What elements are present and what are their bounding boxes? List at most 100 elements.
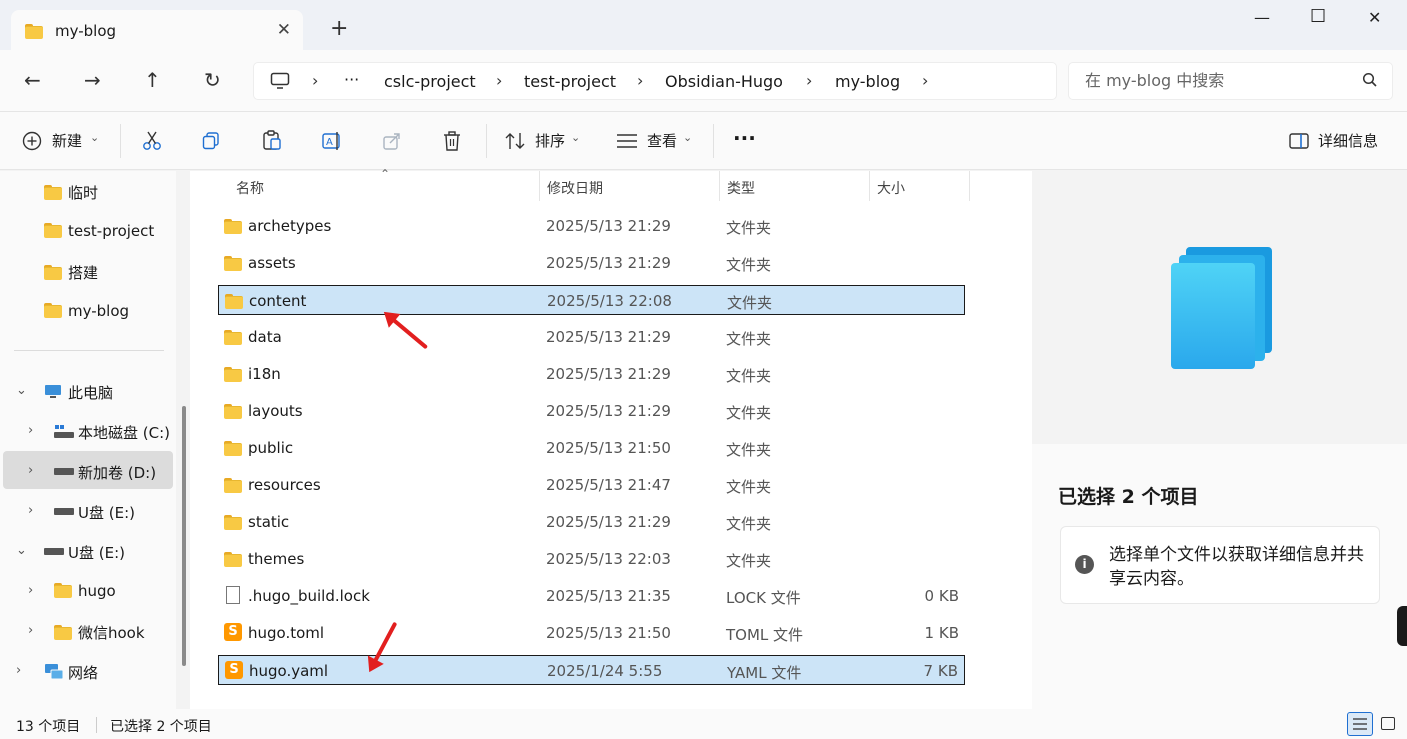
copy-icon[interactable] — [201, 131, 221, 151]
sidebar-item-drive-d[interactable]: 新加卷 (D:) — [54, 462, 156, 483]
file-row[interactable]: themes 2025/5/13 22:03 文件夹 — [218, 544, 965, 574]
chevron-down-icon[interactable]: ⌄ — [571, 131, 580, 144]
new-icon[interactable] — [22, 131, 42, 151]
breadcrumb-test-project[interactable]: test-project — [524, 72, 616, 91]
details-pane-icon[interactable] — [1289, 133, 1309, 149]
share-icon[interactable] — [382, 131, 402, 151]
minimize-button[interactable]: — — [1254, 8, 1270, 27]
file-row[interactable]: public 2025/5/13 21:50 文件夹 — [218, 433, 965, 463]
chevron-down-icon[interactable]: ⌄ — [16, 383, 27, 398]
new-button[interactable]: 新建 — [52, 130, 82, 151]
file-row[interactable]: resources 2025/5/13 21:47 文件夹 — [218, 470, 965, 500]
file-size: 7 KB — [923, 662, 958, 680]
view-button[interactable]: 查看 — [647, 130, 677, 151]
paste-icon[interactable] — [261, 129, 283, 151]
folder-icon — [44, 185, 62, 200]
file-row[interactable]: .hugo_build.lock 2025/5/13 21:35 LOCK 文件 0 … — [218, 581, 965, 611]
sidebar-item-dajian[interactable]: 搭建 — [44, 262, 98, 283]
column-header-date[interactable]: 修改日期 — [547, 178, 603, 198]
breadcrumb-cslc-project[interactable]: cslc-project — [384, 72, 476, 91]
close-button[interactable]: ✕ — [1368, 8, 1381, 27]
chevron-right-icon[interactable]: › — [28, 623, 33, 638]
tiles-view-button[interactable] — [1381, 717, 1395, 730]
cut-icon[interactable] — [141, 130, 163, 152]
tab-close-button[interactable]: ✕ — [277, 20, 291, 40]
chevron-down-icon[interactable]: ⌄ — [90, 131, 99, 144]
column-separator[interactable] — [869, 171, 870, 201]
sidebar-scrollbar[interactable] — [182, 406, 186, 666]
file-row[interactable]: content 2025/5/13 22:08 文件夹 — [218, 285, 965, 315]
column-separator[interactable] — [539, 171, 540, 201]
selected-count: 已选择 2 个项目 — [110, 719, 212, 735]
file-row[interactable]: Shugo.toml 2025/5/13 21:50 TOML 文件 1 KB — [218, 618, 965, 648]
back-button[interactable]: ← — [24, 68, 41, 92]
file-type: 文件夹 — [726, 219, 772, 237]
chevron-down-icon[interactable]: ⌄ — [16, 543, 27, 558]
chevron-right-icon[interactable]: › — [312, 71, 318, 90]
sidebar-item-linshi[interactable]: 临时 — [44, 182, 98, 203]
details-view-button[interactable] — [1347, 712, 1373, 736]
sidebar-item-drive-c[interactable]: 本地磁盘 (C:) — [54, 422, 170, 443]
more-options-button[interactable]: ··· — [733, 126, 756, 150]
status-bar: 13 个项目 已选择 2 个项目 — [0, 709, 1407, 739]
chevron-right-icon[interactable]: › — [28, 583, 33, 598]
sidebar-item-hugo[interactable]: hugo — [54, 582, 116, 600]
details-button[interactable]: 详细信息 — [1318, 130, 1378, 151]
file-date: 2025/5/13 22:03 — [546, 550, 671, 568]
file-type: YAML 文件 — [727, 664, 802, 682]
sidebar-item-test-project[interactable]: test-project — [44, 222, 154, 240]
forward-button[interactable]: → — [84, 68, 101, 92]
sidebar-item-my-blog[interactable]: my-blog — [44, 302, 129, 320]
file-row[interactable]: data 2025/5/13 21:29 文件夹 — [218, 322, 965, 352]
search-input[interactable] — [1085, 71, 1345, 90]
column-header-name[interactable]: 名称 — [236, 178, 264, 198]
sublime-text-icon: S — [225, 661, 243, 679]
chevron-down-icon[interactable]: ⌄ — [683, 131, 692, 144]
breadcrumb-my-blog[interactable]: my-blog — [835, 72, 900, 91]
chevron-right-icon[interactable]: › — [16, 663, 21, 678]
search-box[interactable] — [1068, 62, 1393, 100]
monitor-icon[interactable] — [270, 72, 290, 90]
chevron-right-icon[interactable]: › — [28, 463, 33, 478]
sidebar-item-usb-e[interactable]: U盘 (E:) — [44, 542, 125, 563]
new-tab-button[interactable]: + — [330, 16, 348, 41]
search-icon[interactable] — [1362, 72, 1378, 88]
chevron-right-icon[interactable]: › — [28, 423, 33, 438]
column-separator[interactable] — [719, 171, 720, 201]
rename-icon[interactable]: A — [321, 130, 343, 152]
up-button[interactable]: ↑ — [144, 68, 161, 92]
chevron-right-icon[interactable]: › — [806, 71, 812, 90]
sort-button[interactable]: 排序 — [535, 130, 565, 151]
column-header-type[interactable]: 类型 — [727, 178, 755, 198]
view-icon[interactable] — [616, 133, 638, 149]
chevron-right-icon[interactable]: › — [28, 503, 33, 518]
chevron-right-icon[interactable]: › — [496, 71, 502, 90]
address-bar[interactable]: › ··· cslc-project › test-project › Obsi… — [253, 62, 1057, 100]
sort-icon[interactable] — [505, 131, 527, 151]
edge-handle[interactable] — [1397, 606, 1407, 646]
sidebar-item-this-pc[interactable]: 此电脑 — [44, 382, 113, 403]
file-row[interactable]: assets 2025/5/13 21:29 文件夹 — [218, 248, 965, 278]
refresh-button[interactable]: ↻ — [204, 68, 221, 92]
maximize-button[interactable]: ☐ — [1310, 6, 1326, 27]
delete-icon[interactable] — [442, 130, 462, 152]
breadcrumb-ellipsis[interactable]: ··· — [344, 70, 359, 89]
sidebar-item-network[interactable]: 网络 — [44, 662, 98, 683]
chevron-right-icon[interactable]: › — [922, 71, 928, 90]
file-name: public — [248, 439, 294, 457]
file-row[interactable]: archetypes 2025/5/13 21:29 文件夹 — [218, 211, 965, 241]
file-row[interactable]: i18n 2025/5/13 21:29 文件夹 — [218, 359, 965, 389]
info-icon: i — [1075, 555, 1094, 574]
column-header-size[interactable]: 大小 — [877, 178, 905, 198]
folder-icon — [224, 404, 242, 419]
sidebar-item-weixinhook[interactable]: 微信hook — [54, 622, 145, 643]
breadcrumb-obsidian-hugo[interactable]: Obsidian-Hugo — [665, 72, 783, 91]
chevron-right-icon[interactable]: › — [637, 71, 643, 90]
tab-my-blog[interactable]: my-blog ✕ — [11, 10, 303, 50]
file-icon — [226, 586, 240, 604]
file-row[interactable]: Shugo.yaml 2025/1/24 5:55 YAML 文件 7 KB — [218, 655, 965, 685]
file-row[interactable]: layouts 2025/5/13 21:29 文件夹 — [218, 396, 965, 426]
sidebar-item-drive-e[interactable]: U盘 (E:) — [54, 502, 135, 523]
column-separator[interactable] — [969, 171, 970, 201]
file-row[interactable]: static 2025/5/13 21:29 文件夹 — [218, 507, 965, 537]
